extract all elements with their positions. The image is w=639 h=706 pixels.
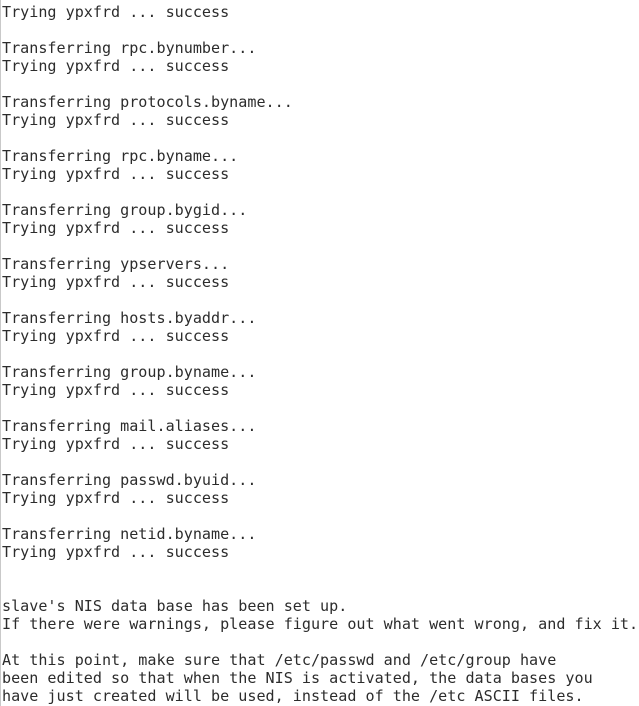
console-line: Trying ypxfrd ... success [2, 543, 230, 561]
console-line: have just created will be used, instead … [2, 687, 584, 705]
console-line: Transferring group.bygid... [2, 201, 248, 219]
console-line: Transferring group.byname... [2, 363, 257, 381]
console-line: Trying ypxfrd ... success [2, 489, 230, 507]
console-line: Trying ypxfrd ... success [2, 381, 230, 399]
console-line: Transferring netid.byname... [2, 525, 257, 543]
console-line: Trying ypxfrd ... success [2, 165, 230, 183]
console-line: Trying ypxfrd ... success [2, 3, 230, 21]
console-line: Trying ypxfrd ... success [2, 327, 230, 345]
console-line: been edited so that when the NIS is acti… [2, 669, 593, 687]
console-line: Transferring mail.aliases... [2, 417, 257, 435]
console-line: Trying ypxfrd ... success [2, 219, 230, 237]
console-line: Trying ypxfrd ... success [2, 435, 230, 453]
console-line: At this point, make sure that /etc/passw… [2, 651, 557, 669]
console-line: Trying ypxfrd ... success [2, 111, 230, 129]
console-line: Transferring ypservers... [2, 255, 230, 273]
terminal-output-pane[interactable]: Trying ypxfrd ... success Transferring rp… [0, 0, 639, 706]
console-line: Transferring protocols.byname... [2, 93, 293, 111]
console-line: Transferring rpc.byname... [2, 147, 239, 165]
console-line: Transferring passwd.byuid... [2, 471, 257, 489]
console-line: Trying ypxfrd ... success [2, 57, 230, 75]
console-line: Trying ypxfrd ... success [2, 273, 230, 291]
console-line: slave's NIS data base has been set up. [2, 597, 348, 615]
console-line: Transferring hosts.byaddr... [2, 309, 257, 327]
console-line: Transferring rpc.bynumber... [2, 39, 257, 57]
console-line: If there were warnings, please figure ou… [2, 615, 639, 633]
